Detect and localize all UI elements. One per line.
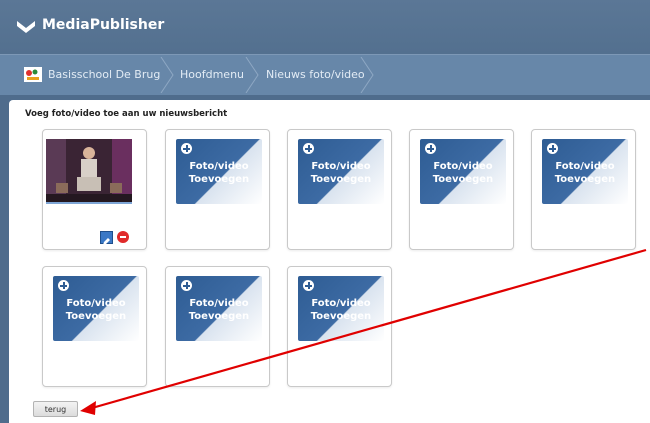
add-label-line1: Foto/video [66, 298, 126, 309]
add-media-button[interactable]: Foto/video Toevoegen [176, 139, 262, 204]
media-slot-empty: Foto/video Toevoegen [165, 129, 270, 250]
add-label-line2: Toevoegen [65, 311, 127, 322]
media-slot-empty: Foto/video Toevoegen [409, 129, 514, 250]
plus-circle-icon [547, 143, 558, 154]
breadcrumb-separator [360, 57, 374, 93]
media-slot-empty: Foto/video Toevoegen [42, 266, 147, 387]
add-media-button[interactable]: Foto/video Toevoegen [53, 276, 139, 341]
add-label-line2: Toevoegen [310, 311, 372, 322]
breadcrumb-item-hoofdmenu[interactable]: Hoofdmenu [180, 55, 244, 95]
add-label-line2: Toevoegen [432, 174, 494, 185]
breadcrumb-item-nieuws[interactable]: Nieuws foto/video [266, 55, 365, 95]
plus-circle-icon [425, 143, 436, 154]
add-label-line1: Foto/video [189, 298, 249, 309]
add-media-button[interactable]: Foto/video Toevoegen [176, 276, 262, 341]
add-label-line2: Toevoegen [554, 174, 616, 185]
chevron-logo-icon [17, 21, 35, 33]
add-media-button[interactable]: Foto/video Toevoegen [298, 139, 384, 204]
media-thumbnail[interactable] [46, 139, 132, 204]
app-header: MediaPublisher [0, 0, 650, 54]
breadcrumb-separator [245, 57, 259, 93]
plus-circle-icon [303, 280, 314, 291]
back-button[interactable]: terug [33, 401, 78, 417]
add-label-line1: Foto/video [189, 161, 249, 172]
add-label-line2: Toevoegen [310, 174, 372, 185]
app-title: MediaPublisher [42, 17, 165, 33]
media-slot-empty: Foto/video Toevoegen [287, 129, 392, 250]
page-title: Voeg foto/video toe aan uw nieuwsbericht [25, 109, 228, 119]
breadcrumb: Basisschool De Brug Hoofdmenu Nieuws fot… [0, 54, 650, 95]
add-label-line1: Foto/video [555, 161, 615, 172]
plus-circle-icon [58, 280, 69, 291]
plus-circle-icon [181, 280, 192, 291]
add-media-button[interactable]: Foto/video Toevoegen [298, 276, 384, 341]
media-slot-empty: Foto/video Toevoegen [287, 266, 392, 387]
plus-circle-icon [303, 143, 314, 154]
remove-icon[interactable] [117, 231, 129, 243]
edit-icon[interactable] [100, 231, 113, 245]
add-label-line1: Foto/video [311, 161, 371, 172]
add-label-line2: Toevoegen [188, 311, 250, 322]
breadcrumb-item-school[interactable]: Basisschool De Brug [48, 55, 160, 95]
add-label-line1: Foto/video [311, 298, 371, 309]
add-label-line1: Foto/video [433, 161, 493, 172]
add-media-button[interactable]: Foto/video Toevoegen [542, 139, 628, 204]
media-slot-empty: Foto/video Toevoegen [165, 266, 270, 387]
plus-circle-icon [181, 143, 192, 154]
add-media-button[interactable]: Foto/video Toevoegen [420, 139, 506, 204]
breadcrumb-separator [160, 57, 174, 93]
media-slot-filled [42, 129, 147, 250]
add-label-line2: Toevoegen [188, 174, 250, 185]
media-slot-empty: Foto/video Toevoegen [531, 129, 636, 250]
school-logo-icon [24, 67, 42, 82]
